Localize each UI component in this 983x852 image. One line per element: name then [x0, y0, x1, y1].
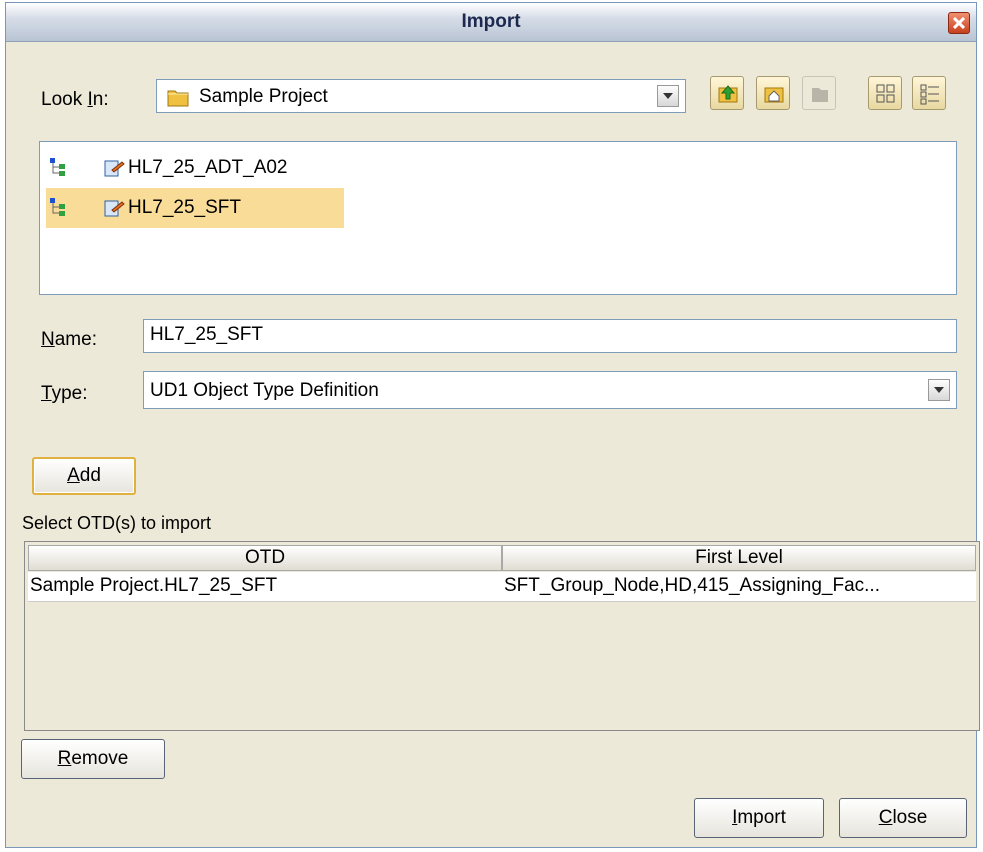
- type-label-rest: ype:: [51, 383, 88, 404]
- look-in-dropdown-button[interactable]: [657, 85, 679, 107]
- column-header-first-level[interactable]: First Level: [502, 545, 976, 571]
- type-label: Type:: [41, 383, 87, 405]
- import-button-rest: mport: [737, 807, 786, 828]
- tree-node-icon: [50, 198, 72, 223]
- column-header-otd[interactable]: OTD: [28, 545, 502, 571]
- table-row[interactable]: Sample Project.HL7_25_SFT SFT_Group_Node…: [28, 572, 976, 602]
- up-one-level-icon[interactable]: [710, 76, 744, 110]
- otd-icon: [104, 158, 126, 183]
- dialog-title: Import: [461, 11, 521, 32]
- name-label-rest: ame:: [54, 329, 97, 350]
- look-in-value: Sample Project: [199, 86, 328, 107]
- type-value: UD1 Object Type Definition: [150, 380, 379, 401]
- new-folder-icon: [802, 76, 836, 110]
- add-button[interactable]: Add: [32, 457, 136, 495]
- close-button-rest: lose: [892, 807, 928, 828]
- close-icon[interactable]: [948, 12, 970, 34]
- look-in-label: Look In:: [41, 89, 109, 111]
- name-field[interactable]: [143, 319, 957, 353]
- details-view-icon[interactable]: [912, 76, 946, 110]
- close-button-key: C: [878, 807, 893, 828]
- file-list[interactable]: HL7_25_ADT_A02 HL7_25_SFT: [39, 141, 957, 295]
- list-item[interactable]: HL7_25_SFT: [46, 188, 344, 228]
- look-in-label-post: n:: [92, 89, 109, 110]
- look-in-combo[interactable]: Sample Project: [156, 79, 686, 113]
- remove-button-key: R: [57, 748, 72, 769]
- import-button[interactable]: Import: [694, 798, 824, 838]
- name-label: Name:: [41, 329, 97, 351]
- select-otd-label: Select OTD(s) to import: [22, 513, 212, 533]
- folder-icon: [167, 87, 189, 112]
- type-label-key: T: [41, 383, 52, 404]
- list-view-icon[interactable]: [868, 76, 902, 110]
- otd-table[interactable]: OTD First Level Sample Project.HL7_25_SF…: [24, 541, 980, 731]
- home-icon[interactable]: [756, 76, 790, 110]
- look-in-label-pre: Look: [41, 89, 88, 110]
- import-dialog: Import Look In: Sample Project HL7_25_AD…: [5, 2, 980, 848]
- name-input[interactable]: [150, 324, 922, 346]
- title-bar[interactable]: Import: [6, 3, 976, 42]
- file-name: HL7_25_ADT_A02: [128, 157, 288, 178]
- table-cell-first-level: SFT_Group_Node,HD,415_Assigning_Fac...: [504, 575, 880, 596]
- tree-node-icon: [50, 158, 72, 183]
- close-button[interactable]: Close: [839, 798, 967, 838]
- file-name: HL7_25_SFT: [128, 197, 242, 218]
- add-button-key: A: [67, 465, 80, 486]
- list-item[interactable]: HL7_25_ADT_A02: [46, 148, 344, 188]
- add-button-rest: dd: [79, 465, 101, 486]
- remove-button-rest: emove: [71, 748, 129, 769]
- type-dropdown-button[interactable]: [928, 379, 950, 401]
- name-label-key: N: [41, 329, 55, 350]
- otd-icon: [104, 198, 126, 223]
- remove-button[interactable]: Remove: [21, 739, 165, 779]
- type-combo[interactable]: UD1 Object Type Definition: [143, 371, 957, 409]
- table-cell-otd: Sample Project.HL7_25_SFT: [30, 575, 278, 596]
